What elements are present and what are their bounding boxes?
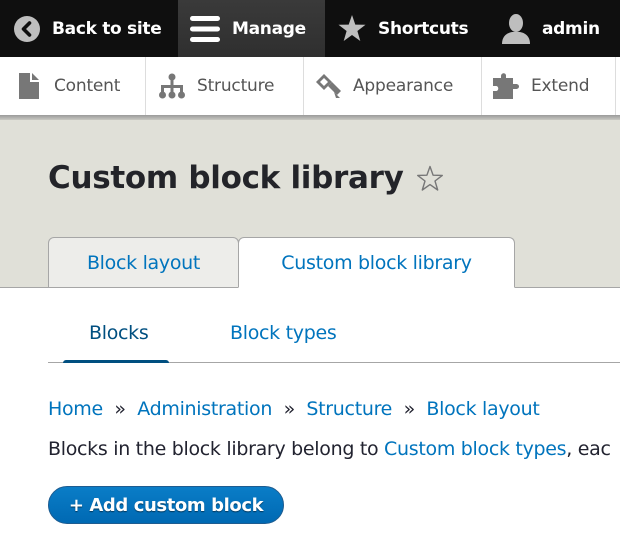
shortcuts-tab[interactable]: Shortcuts [338,0,469,57]
breadcrumb-structure[interactable]: Structure [306,398,392,420]
tab-block-layout[interactable]: Block layout [48,237,239,288]
subtab-blocks[interactable]: Blocks [89,322,149,344]
breadcrumb-home[interactable]: Home [48,398,103,420]
star-icon [338,15,366,42]
breadcrumb-separator: » [397,398,421,420]
back-to-site-label: Back to site [52,18,162,39]
admin-toolbar: Back to site Manage Shortcuts admin [0,0,620,57]
breadcrumb-separator: » [277,398,301,420]
user-label: admin [542,18,600,39]
tray-divider [145,57,146,115]
tray-item-structure[interactable]: Structure [157,57,274,115]
tray-divider [481,57,482,115]
description-suffix: , eac [566,438,611,460]
breadcrumb-block-layout[interactable]: Block layout [426,398,539,420]
subtab-block-types[interactable]: Block types [230,322,337,344]
subtab-active-indicator [63,360,169,363]
hamburger-menu-icon [190,15,220,43]
file-icon [14,73,44,99]
sitemap-icon [157,73,187,99]
admin-tray: Content Structure Appearance Extend [0,57,620,115]
user-tab[interactable]: admin [502,0,600,57]
tray-item-extend[interactable]: Extend [491,57,589,115]
breadcrumb-administration[interactable]: Administration [137,398,272,420]
tray-item-appearance-label: Appearance [353,76,454,96]
tray-divider [615,57,616,115]
breadcrumb-separator: » [108,398,132,420]
breadcrumb: Home » Administration » Structure » Bloc… [48,398,540,420]
manage-label: Manage [232,18,306,39]
page-description: Blocks in the block library belong to Cu… [48,438,611,460]
tab-custom-block-library[interactable]: Custom block library [238,237,515,288]
back-arrow-icon [14,15,40,42]
tab-custom-block-library-label: Custom block library [281,251,472,274]
user-icon [502,13,530,44]
manage-tab[interactable]: Manage [178,0,325,57]
shortcuts-label: Shortcuts [378,18,469,39]
tab-block-layout-label: Block layout [86,252,201,274]
page-title-text: Custom block library [48,160,404,196]
tray-divider [303,57,304,115]
tray-item-content[interactable]: Content [14,57,120,115]
tray-item-structure-label: Structure [197,76,275,96]
back-to-site-link[interactable]: Back to site [14,0,162,57]
custom-block-types-link[interactable]: Custom block types [384,438,567,460]
description-prefix: Blocks in the block library belong to [48,438,385,460]
star-outline-icon[interactable] [416,165,444,192]
paintbrush-icon [313,72,343,100]
tray-item-content-label: Content [54,76,121,96]
puzzle-icon [491,72,521,100]
add-custom-block-button[interactable]: + Add custom block [48,486,284,524]
tray-item-extend-label: Extend [531,76,590,96]
page-title: Custom block library [48,160,444,196]
tray-item-appearance[interactable]: Appearance [313,57,453,115]
